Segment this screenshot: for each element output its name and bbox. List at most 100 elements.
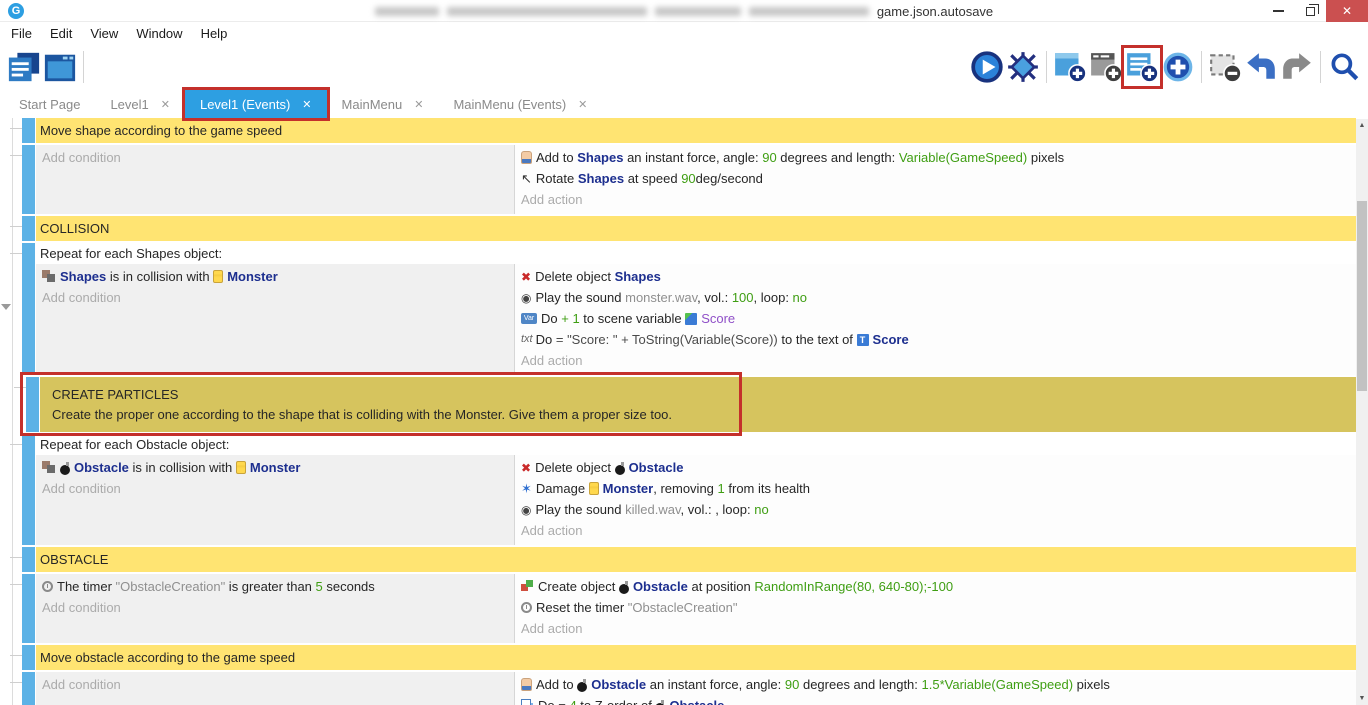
condition-line[interactable]: Obstacle is in collision with Monster [36,457,514,478]
menu-window[interactable]: Window [127,26,191,41]
text-segment: pixels [1027,150,1064,165]
action-line[interactable]: Add to Shapes an instant force, angle: 9… [515,147,1356,168]
action-line[interactable]: Create object Obstacle at position Rando… [515,576,1356,597]
action-line[interactable]: Delete object Obstacle [515,457,1356,478]
condition-placeholder[interactable]: Add condition [36,478,514,499]
close-button[interactable]: ✕ [1326,0,1368,22]
condition-placeholder[interactable]: Add condition [36,287,514,308]
menu-help[interactable]: Help [192,26,237,41]
condition-placeholder[interactable]: Add condition [36,597,514,618]
conditions-column: The timer "ObstacleCreation" is greater … [36,574,515,643]
text-segment: Damage [536,481,589,496]
condition-line[interactable]: The timer "ObstacleCreation" is greater … [36,576,514,597]
search-icon[interactable] [1326,48,1362,86]
action-line[interactable]: Damage Monster, removing 1 from its heal… [515,478,1356,499]
standard-event[interactable]: Add conditionAdd to Shapes an instant fo… [22,145,1356,214]
tab-label: Level1 (Events) [200,97,290,112]
event-selection-bar[interactable] [22,118,35,143]
add-comment-icon[interactable] [1124,48,1160,86]
event-selection-bar[interactable] [22,145,35,214]
start-page-window-icon[interactable] [42,48,78,86]
action-placeholder[interactable]: Add action [515,350,1356,371]
condition-placeholder[interactable]: Add condition [36,147,514,168]
event-selection-bar[interactable] [22,547,35,572]
minimize-button[interactable] [1262,0,1294,22]
condition-line[interactable]: Shapes is in collision with Monster [36,266,514,287]
standard-event[interactable]: Repeat for each Obstacle object:Obstacle… [22,434,1356,545]
comment-event[interactable]: Move shape according to the game speed [22,118,1356,143]
action-placeholder[interactable]: Add action [515,520,1356,541]
scroll-down-icon[interactable]: ▼ [1356,692,1368,705]
event-selection-bar[interactable] [22,645,35,670]
tab-close-icon[interactable]: ✕ [578,98,587,111]
text-segment: Play the sound [535,290,625,305]
events-sheet: Move shape according to the game speedAd… [0,118,1356,705]
tab-mainmenu-events[interactable]: MainMenu (Events) ✕ [438,90,602,118]
standard-event[interactable]: The timer "ObstacleCreation" is greater … [22,574,1356,643]
event-selection-bar[interactable] [22,434,35,545]
tab-level1[interactable]: Level1 ✕ [95,90,185,118]
restore-button[interactable] [1294,0,1326,22]
text-segment: from its health [725,481,810,496]
undo-icon[interactable] [1243,48,1279,86]
tab-level1-events[interactable]: Level1 (Events) ✕ [185,90,327,118]
comment-event[interactable]: COLLISION [22,216,1356,241]
gutter-tick [14,387,26,388]
text-segment: deg/second [696,171,763,186]
menu-view[interactable]: View [81,26,127,41]
action-line[interactable]: Do + 1 to scene variable Score [515,308,1356,329]
tab-mainmenu[interactable]: MainMenu ✕ [327,90,439,118]
gutter-tick [10,682,22,683]
gutter-tick [10,444,22,445]
main-toolbar [0,44,1368,90]
action-line[interactable]: Do = 4 to Z-order of Obstacle [515,695,1356,705]
hand-icon [521,678,532,691]
action-line[interactable]: Do = "Score: " + ToString(Variable(Score… [515,329,1356,350]
action-placeholder[interactable]: Add action [515,618,1356,639]
scroll-up-icon[interactable]: ▲ [1356,119,1368,132]
add-element-icon[interactable] [1160,48,1196,86]
action-line[interactable]: Rotate Shapes at speed 90deg/second [515,168,1356,189]
comment-title: Move obstacle according to the game spee… [40,648,1356,667]
standard-event[interactable]: Add conditionAdd to Obstacle an instant … [22,672,1356,705]
redo-icon[interactable] [1279,48,1315,86]
debugger-icon[interactable] [1005,48,1041,86]
comment-event[interactable]: Move obstacle according to the game spee… [22,645,1356,670]
action-line[interactable]: Delete object Shapes [515,266,1356,287]
text-segment: 5 [316,579,323,594]
tab-start-page[interactable]: Start Page [4,90,95,118]
standard-event[interactable]: Repeat for each Shapes object:Shapes is … [22,243,1356,375]
conditions-column: Obstacle is in collision with MonsterAdd… [36,455,515,545]
condition-placeholder[interactable]: Add condition [36,674,514,695]
project-manager-icon[interactable] [6,48,42,86]
text-segment: Shapes [615,269,661,284]
action-line[interactable]: Play the sound killed.wav, vol.: , loop:… [515,499,1356,520]
event-selection-bar[interactable] [22,574,35,643]
action-placeholder[interactable]: Add action [515,189,1356,210]
event-selection-bar[interactable] [22,672,35,705]
event-selection-bar[interactable] [26,377,39,432]
timer-icon [42,581,53,592]
play-icon[interactable] [969,48,1005,86]
gutter-tick [10,557,22,558]
event-selection-bar[interactable] [22,243,35,375]
action-line[interactable]: Add to Obstacle an instant force, angle:… [515,674,1356,695]
scrollbar-thumb[interactable] [1357,201,1367,391]
action-line[interactable]: Reset the timer "ObstacleCreation" [515,597,1356,618]
tab-close-icon[interactable]: ✕ [302,98,311,111]
comment-event[interactable]: OBSTACLE [22,547,1356,572]
comment-event[interactable]: CREATE PARTICLESCreate the proper one ac… [26,377,1356,432]
vertical-scrollbar[interactable]: ▲ ▼ [1356,119,1368,705]
add-sub-event-icon[interactable] [1088,48,1124,86]
menu-file[interactable]: File [2,26,41,41]
menu-edit[interactable]: Edit [41,26,81,41]
text-segment: RandomInRange(80, 640-80);-100 [754,579,953,594]
event-selection-bar[interactable] [22,216,35,241]
delete-event-icon[interactable] [1207,48,1243,86]
action-line[interactable]: Play the sound monster.wav, vol.: 100, l… [515,287,1356,308]
text-segment: no [754,502,768,517]
tab-close-icon[interactable]: ✕ [414,98,423,111]
delete-icon [521,457,531,478]
add-event-icon[interactable] [1052,48,1088,86]
tab-close-icon[interactable]: ✕ [161,98,170,111]
